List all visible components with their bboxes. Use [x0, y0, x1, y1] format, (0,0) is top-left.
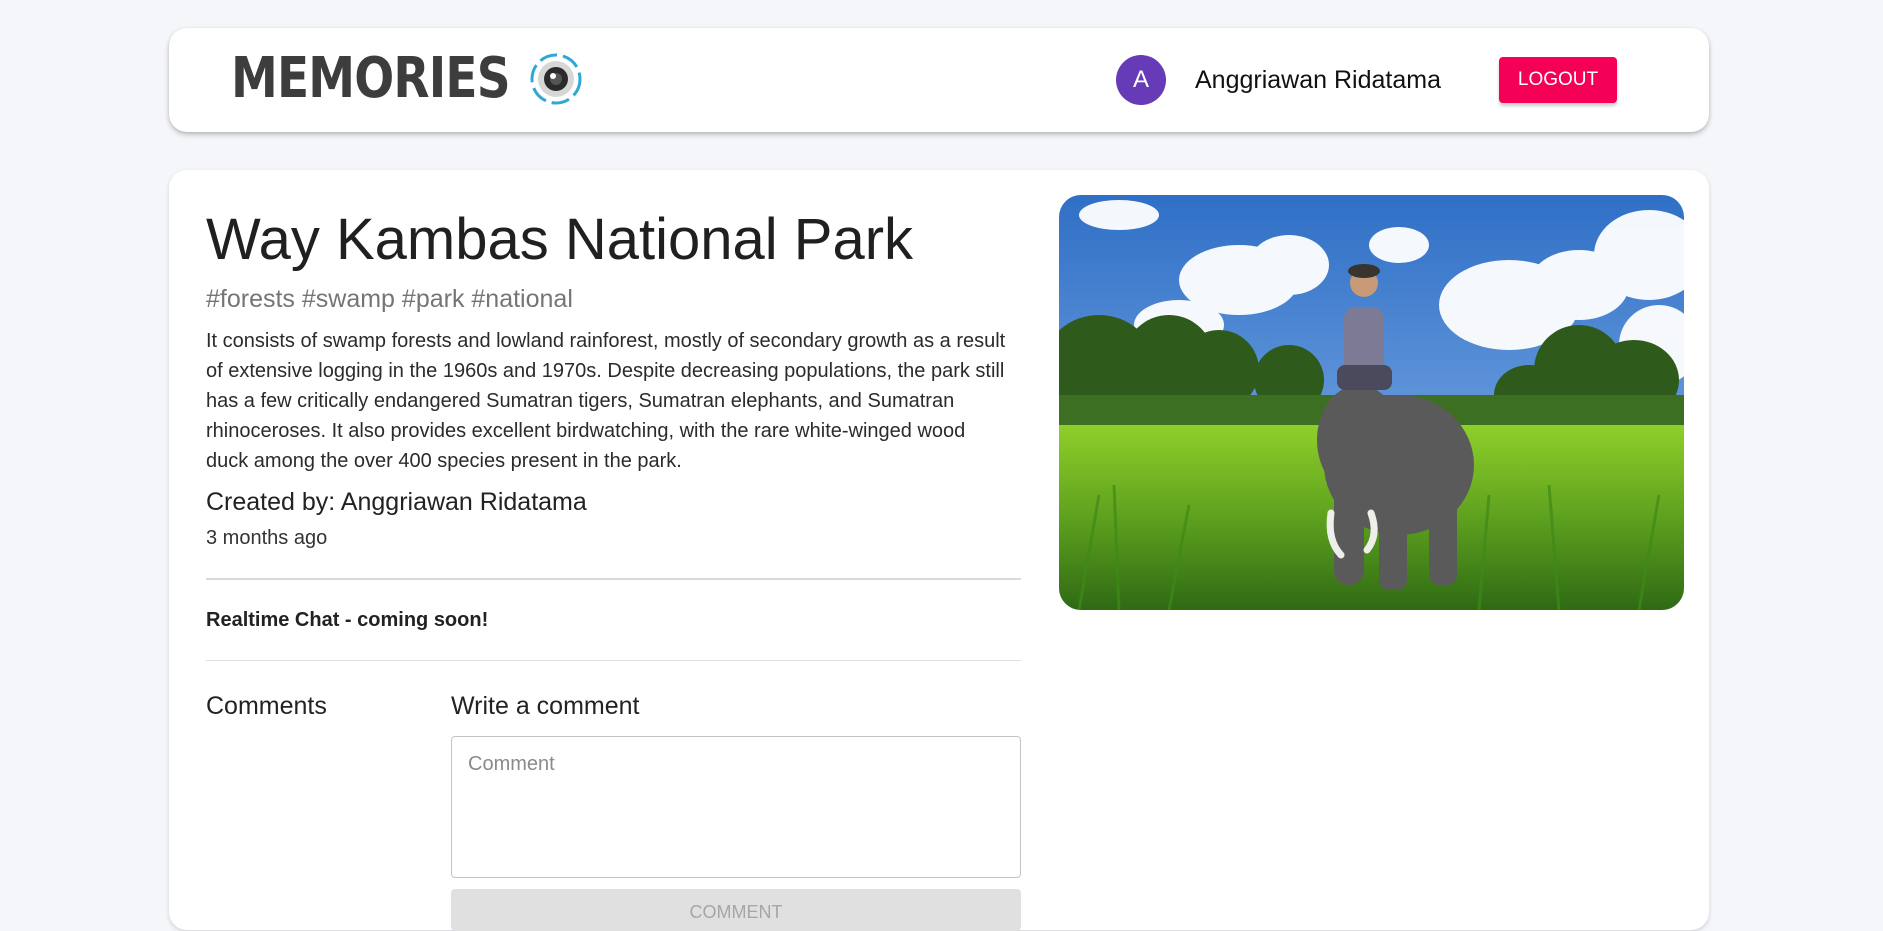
- post-message: It consists of swamp forests and lowland…: [206, 330, 1006, 472]
- brand[interactable]: MEMORIES: [231, 46, 583, 112]
- write-comment-heading: Write a comment: [451, 692, 640, 720]
- realtime-chat-label: Realtime Chat - coming soon!: [206, 609, 489, 631]
- comment-input[interactable]: [451, 736, 1021, 878]
- username: Anggriawan Ridatama: [1195, 66, 1441, 94]
- comments-heading: Comments: [206, 692, 327, 720]
- post-timestamp: 3 months ago: [206, 527, 328, 549]
- post-title: Way Kambas National Park: [206, 207, 914, 272]
- post-author: Created by: Anggriawan Ridatama: [206, 488, 587, 516]
- comment-submit-button[interactable]: COMMENT: [451, 889, 1021, 931]
- divider: [206, 660, 1021, 661]
- post-details-card: Way Kambas National Park #forests #swamp…: [169, 170, 1709, 931]
- avatar[interactable]: A: [1116, 55, 1166, 105]
- elephant-photo: [1059, 195, 1684, 610]
- logout-button[interactable]: LOGOUT: [1499, 57, 1617, 103]
- post-image: [1059, 195, 1684, 610]
- camera-lens-icon: [530, 53, 582, 105]
- brand-title: MEMORIES: [231, 46, 511, 111]
- divider: [206, 578, 1021, 580]
- post-tags: #forests #swamp #park #national: [206, 285, 573, 313]
- app-bar: MEMORIES A Anggriawan Ridatama LOGOUT: [169, 28, 1709, 132]
